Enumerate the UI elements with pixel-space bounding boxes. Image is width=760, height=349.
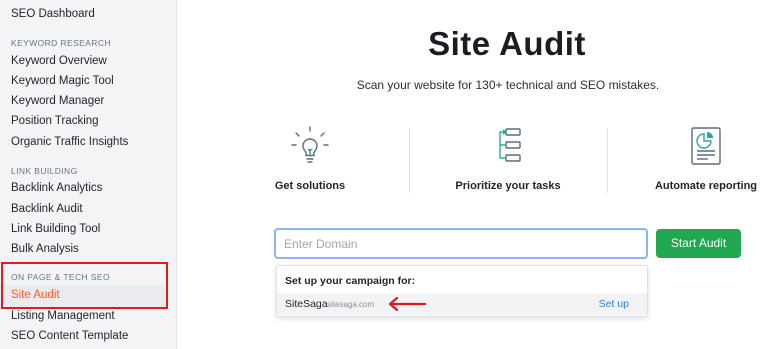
arrow-left-icon <box>388 297 427 311</box>
sidebar-item-backlink-audit[interactable]: Backlink Audit <box>11 203 83 215</box>
sidebar-item-keyword-overview[interactable]: Keyword Overview <box>11 55 107 67</box>
domain-input[interactable] <box>274 228 648 259</box>
page-title: Site Audit <box>428 25 586 62</box>
annotation-highlight-box <box>1 262 168 309</box>
feature-divider <box>607 128 608 193</box>
feature-prioritize-tasks: Prioritize your tasks <box>428 125 588 192</box>
start-audit-button[interactable]: Start Audit <box>656 229 741 258</box>
sidebar-item-seo-dashboard[interactable]: SEO Dashboard <box>11 8 95 20</box>
sidebar-item-link-building-tool[interactable]: Link Building Tool <box>11 223 100 235</box>
sidebar-section-keyword-research: KEYWORD RESEARCH <box>11 38 111 48</box>
page-subtitle: Scan your website for 130+ technical and… <box>356 78 660 92</box>
sidebar-item-keyword-manager[interactable]: Keyword Manager <box>11 95 104 107</box>
dropdown-header: Set up your campaign for: <box>285 275 416 287</box>
feature-label: Get solutions <box>274 180 346 192</box>
campaign-dropdown: Set up your campaign for: SiteSaga sites… <box>276 265 648 317</box>
sidebar-item-keyword-magic-tool[interactable]: Keyword Magic Tool <box>11 75 114 87</box>
dropdown-project-row[interactable]: SiteSaga sitesaga.com Set up <box>277 293 647 315</box>
sidebar-item-bulk-analysis[interactable]: Bulk Analysis <box>11 243 79 255</box>
sidebar-item-backlink-analytics[interactable]: Backlink Analytics <box>11 182 102 194</box>
feature-get-solutions: Get solutions <box>230 125 390 192</box>
feature-label: Prioritize your tasks <box>455 180 561 192</box>
report-icon <box>691 127 721 165</box>
sidebar: SEO Dashboard KEYWORD RESEARCH Keyword O… <box>0 0 177 349</box>
lightbulb-icon <box>291 126 329 163</box>
feature-divider <box>409 128 410 193</box>
sidebar-item-organic-traffic-insights[interactable]: Organic Traffic Insights <box>11 136 128 148</box>
project-name: SiteSaga <box>285 298 328 310</box>
feature-automate-reporting: Automate reporting <box>626 125 760 192</box>
feature-label: Automate reporting <box>654 180 758 192</box>
sidebar-item-seo-content-template[interactable]: SEO Content Template <box>11 330 128 342</box>
sidebar-section-link-building: LINK BUILDING <box>11 166 78 176</box>
setup-link[interactable]: Set up <box>599 298 629 310</box>
sidebar-item-position-tracking[interactable]: Position Tracking <box>11 115 99 127</box>
sidebar-item-listing-management[interactable]: Listing Management <box>11 310 115 322</box>
flowchart-icon <box>499 128 521 162</box>
project-domain: sitesaga.com <box>327 300 375 309</box>
